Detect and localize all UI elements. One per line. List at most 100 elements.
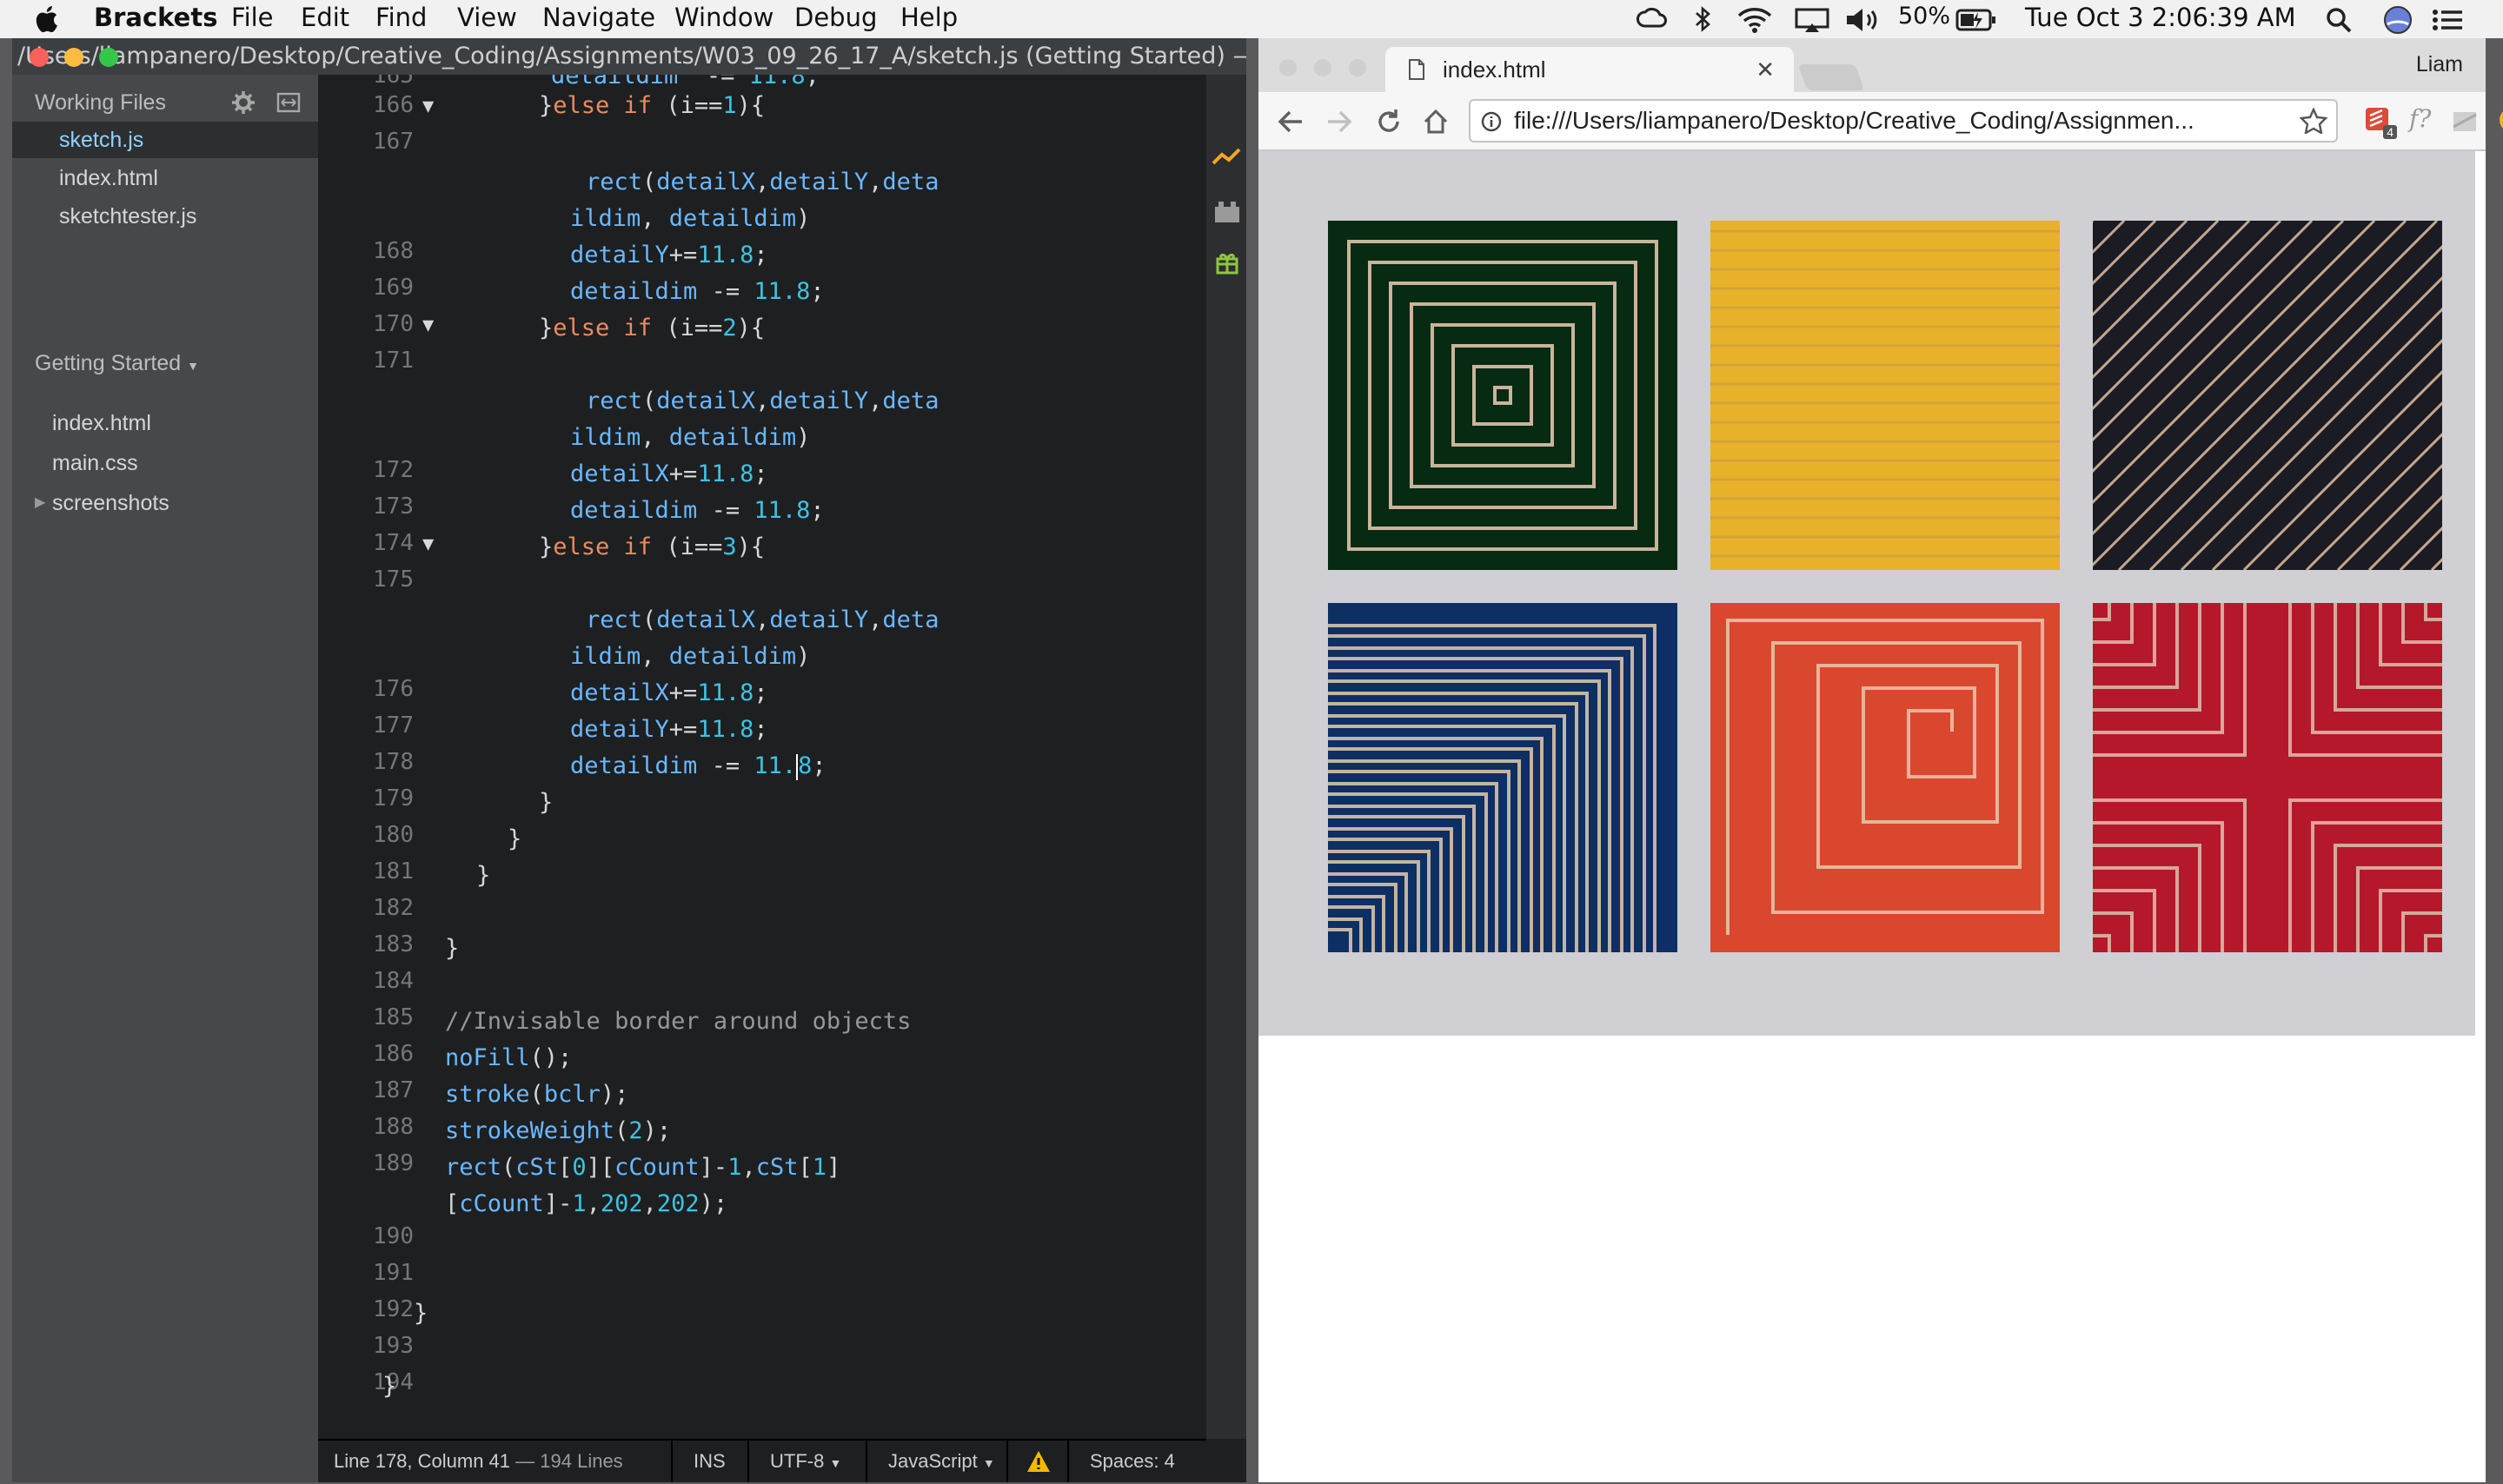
user-avatar-icon[interactable] xyxy=(2383,5,2413,35)
apple-menu-icon[interactable] xyxy=(33,5,59,33)
language-label: JavaScript xyxy=(888,1450,978,1472)
working-file-index-html[interactable]: index.html xyxy=(12,160,318,196)
linter-warning-button[interactable] xyxy=(1006,1441,1067,1482)
notification-center-icon[interactable] xyxy=(2432,9,2463,31)
line-number: 166 xyxy=(373,92,414,118)
code-token: detaildim xyxy=(570,278,698,305)
folder-expand-icon[interactable]: ▶ xyxy=(35,485,45,521)
live-preview-icon[interactable] xyxy=(1212,148,1241,167)
close-window-button[interactable] xyxy=(30,48,49,67)
insert-mode-toggle[interactable]: INS xyxy=(671,1441,747,1482)
line-number: 189 xyxy=(373,1150,414,1176)
gear-icon[interactable] xyxy=(231,90,256,115)
project-dropdown[interactable]: Getting Started ▼ xyxy=(35,351,199,376)
code-token: rect xyxy=(586,606,643,633)
code-token: , xyxy=(642,1190,657,1217)
bluetooth-icon[interactable] xyxy=(1693,5,1712,33)
zoom-window-button[interactable] xyxy=(99,48,118,67)
code-token: [ xyxy=(798,1154,813,1181)
reload-icon[interactable] xyxy=(1375,108,1403,136)
code-token: } xyxy=(539,92,554,119)
macos-menubar: Brackets File Edit Find View Navigate Wi… xyxy=(0,0,2503,38)
menu-file[interactable]: File xyxy=(231,3,274,32)
code-token: [ xyxy=(558,1154,573,1181)
line-number: 174 xyxy=(373,530,414,556)
code-token: , xyxy=(868,388,883,414)
profile-button[interactable]: Liam xyxy=(2416,52,2463,77)
bookmark-star-icon[interactable] xyxy=(2300,108,2327,134)
close-tab-icon[interactable]: ✕ xyxy=(1756,47,1775,92)
font-identifier-extension-icon[interactable]: f? xyxy=(2409,104,2431,133)
code-token: ( xyxy=(642,606,657,633)
code-token: , xyxy=(868,169,883,195)
app-name-menu[interactable]: Brackets xyxy=(94,3,217,32)
new-tab-button[interactable] xyxy=(1797,64,1865,90)
menu-help[interactable]: Help xyxy=(900,3,958,32)
code-token: 1 xyxy=(727,1154,742,1181)
line-number: 180 xyxy=(373,822,414,848)
tab-index-html[interactable]: index.html ✕ xyxy=(1385,47,1794,92)
brackets-window: /Users/liampanero/Desktop/Creative_Codin… xyxy=(12,38,1246,1482)
battery-percent[interactable]: 50% xyxy=(1898,3,1950,30)
line-number: 175 xyxy=(373,566,414,593)
code-token: ; xyxy=(810,278,825,305)
cursor-position[interactable]: Line 178, Column 41 — 194 Lines xyxy=(334,1441,623,1482)
battery-icon[interactable] xyxy=(1955,9,1997,31)
project-file-index-html[interactable]: index.html xyxy=(12,405,318,441)
pattern-tile-corner-angles xyxy=(1328,603,1677,952)
code-token: ]- xyxy=(543,1190,573,1217)
extension-manager-icon[interactable] xyxy=(1213,200,1241,224)
encoding-dropdown[interactable]: UTF-8 ▼ xyxy=(747,1441,866,1482)
creative-cloud-icon[interactable] xyxy=(1636,7,1669,31)
code-token: , xyxy=(755,169,770,195)
chevron-down-icon: ▼ xyxy=(829,1456,842,1470)
todoist-extension-button[interactable]: 4 xyxy=(2364,104,2397,139)
code-token: 11. xyxy=(754,752,797,779)
chrome-window: index.html ✕ Liam file:///Users/liampane… xyxy=(1258,38,2503,1482)
volume-icon[interactable] xyxy=(1844,7,1882,33)
p5-canvas[interactable] xyxy=(1258,151,2475,1036)
menu-debug[interactable]: Debug xyxy=(794,3,877,32)
menubar-clock[interactable]: Tue Oct 3 2:06:39 AM xyxy=(2025,3,2296,32)
window-title-bar[interactable]: /Users/liampanero/Desktop/Creative_Codin… xyxy=(12,38,1246,75)
fold-toggle-icon[interactable]: ▼ xyxy=(422,315,434,336)
minimize-window-button[interactable] xyxy=(64,48,83,67)
home-icon[interactable] xyxy=(1422,108,1450,136)
address-bar[interactable]: file:///Users/liampanero/Desktop/Creativ… xyxy=(1469,99,2338,142)
working-file-sketchtester-js[interactable]: sketchtester.js xyxy=(12,198,318,235)
code-token: } xyxy=(382,1373,397,1400)
code-token: 0 xyxy=(572,1154,587,1181)
project-file-main-css[interactable]: main.css xyxy=(12,445,318,481)
spotlight-search-icon[interactable] xyxy=(2326,7,2352,33)
info-icon[interactable] xyxy=(1481,111,1502,132)
menu-edit[interactable]: Edit xyxy=(301,3,349,32)
indent-spaces-setting[interactable]: Spaces: 4 xyxy=(1067,1441,1206,1482)
back-arrow-icon[interactable] xyxy=(1278,109,1304,134)
project-folder-screenshots[interactable]: ▶ screenshots xyxy=(12,485,318,521)
gift-icon[interactable] xyxy=(1215,250,1239,275)
update-available-icon[interactable] xyxy=(2498,106,2503,134)
code-token: ildim xyxy=(570,643,641,670)
extension-puzzle-icon[interactable] xyxy=(2451,108,2479,134)
forward-arrow-icon[interactable] xyxy=(1326,109,1352,134)
line-number-gutter: 165 166 167 168 169 170 171 172 173 174 … xyxy=(318,75,414,1439)
minimize-window-button[interactable] xyxy=(1314,59,1331,76)
split-view-icon[interactable] xyxy=(276,92,301,113)
menu-find[interactable]: Find xyxy=(375,3,427,32)
language-dropdown[interactable]: JavaScript ▼ xyxy=(866,1441,1006,1482)
tile-background xyxy=(2093,603,2442,952)
menu-navigate[interactable]: Navigate xyxy=(542,3,655,32)
code-token: -= xyxy=(697,752,754,779)
airplay-icon[interactable] xyxy=(1794,7,1830,33)
close-window-button[interactable] xyxy=(1279,59,1297,76)
wifi-icon[interactable] xyxy=(1736,7,1773,33)
working-file-sketch-js[interactable]: sketch.js xyxy=(12,122,318,158)
fold-toggle-icon[interactable]: ▼ xyxy=(422,533,434,555)
code-editor[interactable]: 165 166 167 168 169 170 171 172 173 174 … xyxy=(318,75,1206,1439)
line-number: 170 xyxy=(373,311,414,337)
zoom-window-button[interactable] xyxy=(1349,59,1366,76)
line-number: 193 xyxy=(373,1333,414,1359)
menu-view[interactable]: View xyxy=(457,3,517,32)
fold-toggle-icon[interactable]: ▼ xyxy=(422,96,434,117)
menu-window[interactable]: Window xyxy=(674,3,773,32)
